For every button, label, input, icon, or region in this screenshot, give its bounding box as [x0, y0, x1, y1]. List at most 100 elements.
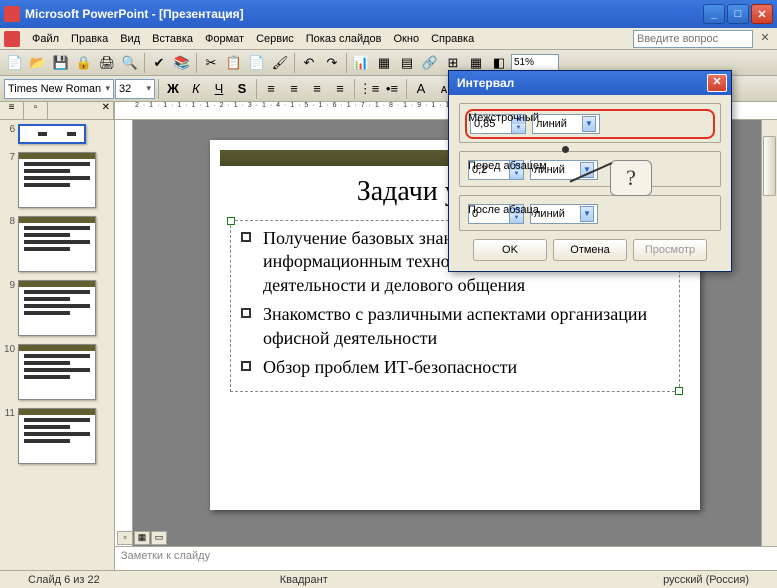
sep: [294, 53, 295, 73]
cancel-button[interactable]: Отмена: [553, 239, 627, 261]
slideshow-view-button[interactable]: ▭: [151, 531, 167, 545]
close-pane-button[interactable]: ✕: [48, 102, 114, 119]
font-size: 32: [119, 83, 131, 95]
status-language[interactable]: русский (Россия): [643, 574, 769, 586]
thumbnail[interactable]: [18, 408, 96, 464]
align-center-button[interactable]: ≡: [283, 78, 305, 100]
slides-tab[interactable]: ▫: [24, 102, 48, 119]
table-button[interactable]: ▦: [373, 52, 395, 74]
shadow-button[interactable]: S: [231, 78, 253, 100]
increase-font-button[interactable]: A: [410, 78, 432, 100]
scrollbar-thumb[interactable]: [763, 136, 776, 196]
thumbnail[interactable]: [18, 280, 96, 336]
menu-format[interactable]: Формат: [199, 31, 250, 47]
paste-button[interactable]: 📄: [246, 52, 268, 74]
open-button[interactable]: 📂: [27, 52, 49, 74]
align-right-button[interactable]: ≡: [306, 78, 328, 100]
minimize-button[interactable]: _: [703, 4, 725, 24]
chart-button[interactable]: 📊: [350, 52, 372, 74]
chevron-down-icon[interactable]: ▼: [580, 206, 594, 222]
dialog-titlebar[interactable]: Интервал ✕: [449, 71, 731, 95]
sep: [346, 53, 347, 73]
fontsize-combo[interactable]: 32▾: [115, 79, 155, 99]
zoom-combo[interactable]: 51%: [511, 54, 559, 72]
hyperlink-button[interactable]: 🔗: [419, 52, 441, 74]
bullet-icon: [241, 361, 251, 371]
thumb-number: 11: [4, 408, 18, 419]
thumb-number: 6: [4, 124, 18, 135]
callout-box: ?: [610, 160, 652, 196]
thumbnail-row[interactable]: 8: [4, 216, 110, 272]
vertical-scrollbar[interactable]: [761, 120, 777, 546]
bullet-item[interactable]: Знакомство с различными аспектами органи…: [241, 303, 669, 350]
sep: [406, 79, 407, 99]
preview-button[interactable]: Просмотр: [633, 239, 707, 261]
menubar: Файл Правка Вид Вставка Формат Сервис По…: [0, 28, 777, 50]
menu-file[interactable]: Файл: [26, 31, 65, 47]
menu-help[interactable]: Справка: [425, 31, 480, 47]
sorter-view-button[interactable]: ▦: [134, 531, 150, 545]
ask-question-input[interactable]: [633, 30, 753, 48]
normal-view-button[interactable]: ▫: [117, 531, 133, 545]
tables-button[interactable]: ▤: [396, 52, 418, 74]
print-button[interactable]: 🖨: [96, 52, 118, 74]
cut-button[interactable]: ✂: [200, 52, 222, 74]
undo-button[interactable]: ↶: [298, 52, 320, 74]
thumb-number: 9: [4, 280, 18, 291]
format-painter-button[interactable]: 🖌: [269, 52, 291, 74]
thumbnail[interactable]: [18, 152, 96, 208]
close-button[interactable]: ✕: [751, 4, 773, 24]
line-spacing-unit-select[interactable]: линий▼: [532, 114, 600, 134]
numbering-button[interactable]: ⋮≡: [358, 78, 380, 100]
research-button[interactable]: 📚: [171, 52, 193, 74]
permission-button[interactable]: 🔒: [73, 52, 95, 74]
menu-edit[interactable]: Правка: [65, 31, 114, 47]
save-button[interactable]: 💾: [50, 52, 72, 74]
sep: [196, 53, 197, 73]
bold-button[interactable]: Ж: [162, 78, 184, 100]
thumb-number: 7: [4, 152, 18, 163]
notes-pane[interactable]: Заметки к слайду: [115, 546, 777, 570]
ok-button[interactable]: OK: [473, 239, 547, 261]
italic-button[interactable]: К: [185, 78, 207, 100]
zoom-value: 51%: [514, 57, 534, 68]
menu-view[interactable]: Вид: [114, 31, 146, 47]
thumbnail-row[interactable]: 9: [4, 280, 110, 336]
spin-down-icon[interactable]: ▼: [511, 124, 525, 133]
after-unit-select[interactable]: линий▼: [530, 204, 598, 224]
outline-tab[interactable]: ≡: [0, 102, 24, 119]
thumbnail-row[interactable]: 6: [4, 124, 110, 144]
thumbnail-row[interactable]: 7: [4, 152, 110, 208]
thumbnail[interactable]: [18, 216, 96, 272]
status-slide: Слайд 6 из 22: [8, 574, 120, 586]
thumbnail-row[interactable]: 11: [4, 408, 110, 464]
thumbnail[interactable]: [18, 344, 96, 400]
bullets-button[interactable]: •≡: [381, 78, 403, 100]
thumb-number: 10: [4, 344, 18, 355]
window-title: Microsoft PowerPoint - [Презентация]: [25, 7, 703, 21]
doc-icon: [4, 31, 20, 47]
chevron-down-icon[interactable]: ▼: [582, 116, 596, 132]
align-left-button[interactable]: ≡: [260, 78, 282, 100]
mdi-close-button[interactable]: ✕: [757, 31, 773, 47]
maximize-button[interactable]: □: [727, 4, 749, 24]
thumbnail-pane: ≡ ▫ ✕ 6 7 8 9 10 11: [0, 102, 115, 570]
preview-button[interactable]: 🔍: [119, 52, 141, 74]
menu-insert[interactable]: Вставка: [146, 31, 199, 47]
thumbnail[interactable]: [18, 124, 86, 144]
menu-window[interactable]: Окно: [388, 31, 426, 47]
align-justify-button[interactable]: ≡: [329, 78, 351, 100]
thumbnail-row[interactable]: 10: [4, 344, 110, 400]
bullet-item[interactable]: Обзор проблем ИТ-безопасности: [241, 356, 669, 379]
dialog-close-button[interactable]: ✕: [707, 74, 727, 92]
menu-tools[interactable]: Сервис: [250, 31, 300, 47]
copy-button[interactable]: 📋: [223, 52, 245, 74]
underline-button[interactable]: Ч: [208, 78, 230, 100]
before-paragraph-group: Перед абзацем ▲▼ линий▼: [459, 151, 721, 187]
spell-button[interactable]: ✔: [148, 52, 170, 74]
new-button[interactable]: 📄: [4, 52, 26, 74]
window-titlebar: Microsoft PowerPoint - [Презентация] _ □…: [0, 0, 777, 28]
font-combo[interactable]: Times New Roman▾: [4, 79, 114, 99]
redo-button[interactable]: ↷: [321, 52, 343, 74]
menu-slideshow[interactable]: Показ слайдов: [300, 31, 388, 47]
